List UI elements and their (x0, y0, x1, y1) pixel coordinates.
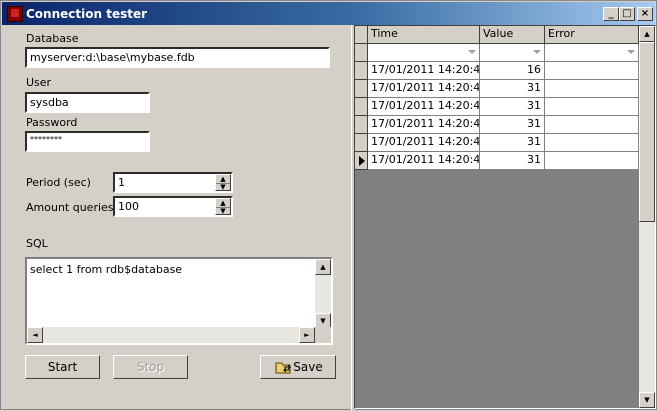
column-header-time[interactable]: Time (368, 26, 480, 44)
grid-cell-time[interactable]: 17/01/2011 14:20:45 (368, 152, 480, 170)
row-indicator[interactable] (355, 62, 368, 80)
title-bar[interactable]: Connection tester _ □ × (2, 2, 655, 25)
scroll-right-icon[interactable]: ► (299, 327, 315, 343)
period-spinner[interactable]: ▲ ▼ (215, 174, 231, 191)
amount-label: Amount queries (26, 201, 114, 214)
grid-vertical-scrollbar[interactable]: ▲ ▼ (639, 26, 655, 408)
column-header-label: Time (371, 27, 398, 40)
sql-label: SQL (26, 237, 48, 250)
grid-cell-error[interactable] (545, 134, 639, 152)
row-indicator[interactable] (355, 134, 368, 152)
grid-cell-value[interactable]: 31 (480, 80, 545, 98)
grid-cell-value[interactable]: 16 (480, 62, 545, 80)
close-icon: × (640, 8, 650, 19)
maximize-button[interactable]: □ (619, 7, 635, 21)
grid-cell-error[interactable] (545, 62, 639, 80)
grid-cell-value[interactable]: 31 (480, 98, 545, 116)
grid-cell-value[interactable]: 31 (480, 134, 545, 152)
column-header-label: Error (548, 27, 575, 40)
grid-cell-time[interactable]: 17/01/2011 14:20:41 (368, 80, 480, 98)
column-header-label: Value (483, 27, 514, 40)
filter-row-indicator (355, 44, 368, 62)
grid-cell-error[interactable] (545, 80, 639, 98)
password-input[interactable]: ******** (25, 131, 150, 152)
grid-cell-time[interactable]: 17/01/2011 14:20:43 (368, 116, 480, 134)
grid-corner-header (355, 26, 368, 44)
column-header-value[interactable]: Value (480, 26, 545, 44)
maximize-icon: □ (622, 8, 632, 19)
password-value: ******** (30, 135, 62, 144)
start-button[interactable]: Start (25, 355, 100, 379)
connection-tester-window: Connection tester _ □ × Database myserve… (0, 0, 657, 411)
sql-text: select 1 from rdb$database (30, 263, 183, 276)
amount-spinner[interactable]: ▲ ▼ (215, 198, 231, 215)
grid-cell-time[interactable]: 17/01/2011 14:20:44 (368, 134, 480, 152)
dropdown-arrow-icon[interactable] (468, 50, 476, 54)
grid-body: Time Value Error 17/01/2011 14:20:40 16 17/01… (355, 26, 639, 408)
scroll-down-icon[interactable]: ▼ (639, 392, 655, 408)
database-label: Database (26, 32, 79, 45)
grid-cell-time[interactable]: 17/01/2011 14:20:42 (368, 98, 480, 116)
settings-panel: Database myserver:d:\base\mybase.fdb Use… (1, 25, 351, 411)
minimize-icon: _ (608, 8, 614, 19)
save-label: Save (293, 360, 323, 374)
grid-cell-value[interactable]: 31 (480, 152, 545, 170)
database-value: myserver:d:\base\mybase.fdb (30, 51, 195, 64)
scroll-corner (315, 327, 331, 343)
current-row-pointer-icon (359, 156, 365, 166)
column-filter-value[interactable] (480, 44, 545, 62)
column-header-error[interactable]: Error (545, 26, 639, 44)
save-button[interactable]: Save (260, 355, 336, 379)
stop-button[interactable]: Stop (113, 355, 188, 379)
password-label: Password (26, 116, 78, 129)
folder-save-icon (275, 362, 292, 374)
row-indicator[interactable] (355, 98, 368, 116)
results-grid[interactable]: Time Value Error 17/01/2011 14:20:40 16 17/01… (354, 25, 656, 409)
window-title: Connection tester (26, 7, 148, 21)
row-indicator[interactable] (355, 152, 368, 170)
grid-cell-value[interactable]: 31 (480, 116, 545, 134)
period-value: 1 (118, 176, 125, 189)
spin-down-icon[interactable]: ▼ (216, 183, 230, 191)
user-label: User (26, 76, 52, 89)
scroll-up-icon[interactable]: ▲ (639, 26, 655, 42)
grid-cell-time[interactable]: 17/01/2011 14:20:40 (368, 62, 480, 80)
row-indicator[interactable] (355, 80, 368, 98)
grid-cell-error[interactable] (545, 152, 639, 170)
sql-vertical-scrollbar[interactable]: ▲ ▼ (315, 259, 331, 329)
row-indicator[interactable] (355, 116, 368, 134)
sql-textarea[interactable]: select 1 from rdb$database ▲ ▼ ◄ ► (25, 257, 333, 345)
close-button[interactable]: × (637, 7, 653, 21)
app-icon[interactable] (7, 6, 23, 22)
scroll-up-icon[interactable]: ▲ (315, 259, 331, 275)
minimize-button[interactable]: _ (603, 7, 619, 21)
spin-down-icon[interactable]: ▼ (216, 207, 230, 215)
column-filter-error[interactable] (545, 44, 639, 62)
dropdown-arrow-icon[interactable] (627, 50, 635, 54)
user-value: sysdba (30, 96, 69, 109)
amount-value: 100 (118, 200, 139, 213)
period-label: Period (sec) (26, 176, 91, 189)
sql-horizontal-scrollbar[interactable]: ◄ ► (27, 327, 315, 343)
column-filter-time[interactable] (368, 44, 480, 62)
user-input[interactable]: sysdba (25, 92, 150, 113)
dropdown-arrow-icon[interactable] (533, 50, 541, 54)
grid-cell-error[interactable] (545, 98, 639, 116)
database-input[interactable]: myserver:d:\base\mybase.fdb (25, 47, 330, 68)
scroll-left-icon[interactable]: ◄ (27, 327, 43, 343)
scroll-thumb[interactable] (639, 42, 655, 222)
grid-cell-error[interactable] (545, 116, 639, 134)
